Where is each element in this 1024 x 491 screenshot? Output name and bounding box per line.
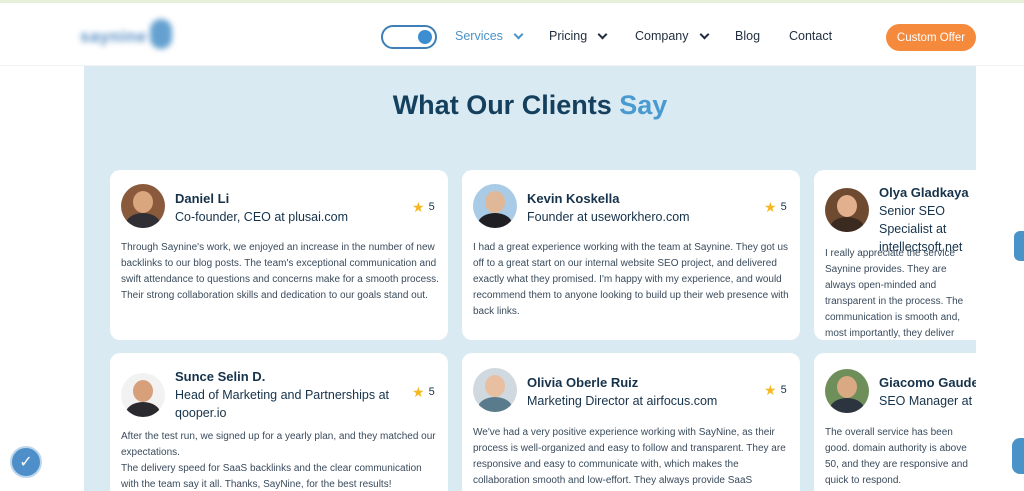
- rating: ★ 5: [412, 200, 435, 214]
- reviewer-role: Co-founder, CEO at plusai.com: [175, 210, 348, 224]
- nav-company-label: Company: [635, 29, 689, 43]
- chat-widget-tab[interactable]: [1012, 438, 1024, 474]
- reviewer-role: Marketing Director at airfocus.com: [527, 394, 718, 408]
- reviewer-role: Head of Marketing and Partnerships at qo…: [175, 388, 390, 420]
- logo[interactable]: saynine: [80, 19, 180, 49]
- avatar: [825, 188, 869, 232]
- logo-text: saynine: [80, 27, 147, 46]
- chevron-down-icon: [699, 29, 709, 39]
- page: saynine Services Pricing Company Blog Co…: [0, 0, 1024, 491]
- nav-pricing-label: Pricing: [549, 29, 588, 43]
- reviewer-name: Daniel Li: [175, 191, 230, 206]
- heading-main: What Our Clients: [392, 90, 612, 120]
- chevron-down-icon: [597, 29, 608, 39]
- accessibility-button[interactable]: ✓: [10, 446, 42, 478]
- avatar: [121, 184, 165, 228]
- testimonial-card: Daniel Li Co-founder, CEO at plusai.com …: [110, 170, 448, 340]
- reviewer-name: Olya Gladkaya: [879, 185, 969, 200]
- logo-mark-icon: [150, 19, 172, 49]
- site-header: saynine Services Pricing Company Blog Co…: [0, 0, 1024, 66]
- star-icon: ★: [764, 199, 777, 215]
- rating-value: 5: [780, 384, 787, 396]
- nav-services[interactable]: Services: [455, 29, 524, 43]
- reviewer-name: Sunce Selin D.: [175, 369, 266, 384]
- rating: ★ 5: [764, 383, 787, 397]
- feedback-tab[interactable]: [1014, 231, 1024, 261]
- testimonial-card: Kevin Koskella Founder at useworkhero.co…: [462, 170, 800, 340]
- theme-toggle[interactable]: [381, 25, 437, 49]
- nav-company[interactable]: Company: [635, 29, 709, 43]
- toggle-knob: [418, 30, 432, 44]
- star-icon: ★: [764, 382, 777, 398]
- avatar: [121, 373, 165, 417]
- rating: ★ 5: [412, 385, 435, 399]
- reviewer-name: Kevin Koskella: [527, 191, 620, 206]
- testimonial-text: I really appreciate the service Saynine …: [825, 248, 964, 339]
- testimonial-card: Olya Gladkaya Senior SEO Specialist at i…: [814, 170, 976, 340]
- nav-blog-label: Blog: [735, 29, 761, 43]
- accessibility-icon: ✓: [19, 454, 33, 471]
- rating-value: 5: [428, 201, 435, 213]
- chevron-down-icon: [513, 29, 524, 39]
- reviewer-name: Giacomo Gauder: [879, 375, 976, 390]
- testimonial-card: Olivia Oberle Ruiz Marketing Director at…: [462, 353, 800, 491]
- testimonial-text: I had a great experience working with th…: [473, 242, 789, 317]
- star-icon: ★: [412, 199, 425, 215]
- avatar: [473, 368, 517, 412]
- testimonial-text: We've had a very positive experience wor…: [473, 427, 786, 486]
- avatar: [825, 369, 869, 413]
- section-heading: What Our Clients Say: [84, 90, 976, 121]
- testimonial-text: After the test run, we signed up for a y…: [121, 431, 436, 490]
- heading-accent: Say: [619, 90, 668, 120]
- nav-blog[interactable]: Blog: [735, 29, 760, 43]
- star-icon: ★: [412, 384, 425, 400]
- testimonial-text: Through Saynine's work, we enjoyed an in…: [121, 242, 439, 301]
- nav-contact[interactable]: Contact: [789, 29, 832, 43]
- testimonial-card: Giacomo Gauder SEO Manager at ★ 5 The ov…: [814, 353, 976, 491]
- testimonials-section: What Our Clients Say Daniel Li Co-founde…: [84, 66, 976, 491]
- testimonial-card: Sunce Selin D. Head of Marketing and Par…: [110, 353, 448, 491]
- testimonial-text: The overall service has been good. domai…: [825, 427, 968, 486]
- rating-value: 5: [780, 201, 787, 213]
- custom-offer-button[interactable]: Custom Offer: [886, 24, 976, 51]
- nav-pricing[interactable]: Pricing: [549, 29, 608, 43]
- nav-contact-label: Contact: [789, 29, 833, 43]
- avatar: [473, 184, 517, 228]
- rating: ★ 5: [764, 200, 787, 214]
- reviewer-role: Founder at useworkhero.com: [527, 210, 690, 224]
- reviewer-role: SEO Manager at: [879, 394, 973, 408]
- rating-value: 5: [428, 386, 435, 398]
- nav-services-label: Services: [455, 29, 503, 43]
- reviewer-name: Olivia Oberle Ruiz: [527, 375, 639, 390]
